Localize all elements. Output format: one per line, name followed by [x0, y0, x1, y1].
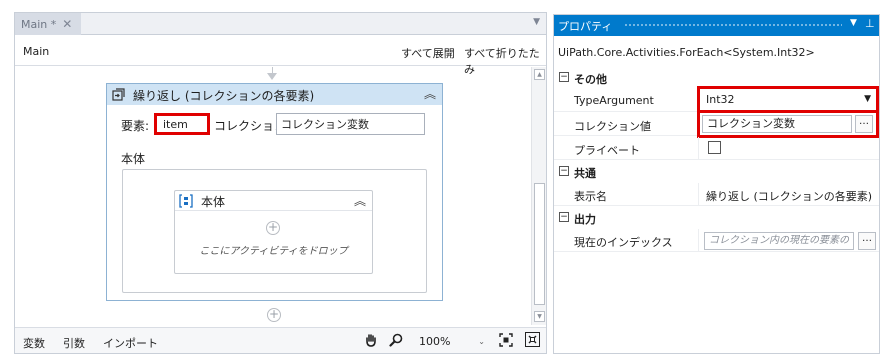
overview-icon[interactable] — [525, 332, 540, 347]
body-label: 本体 — [121, 152, 146, 166]
property-name: 現在のインデックス — [574, 236, 673, 249]
tab-main[interactable]: Main * ✕ — [15, 13, 81, 35]
typeargument-value: Int32 — [706, 93, 735, 106]
collection-value-input[interactable]: コレクション変数 — [702, 115, 852, 133]
ellipsis-button[interactable]: … — [855, 115, 873, 133]
scroll-up-icon[interactable]: ▲ — [534, 69, 545, 80]
foreach-header[interactable]: 繰り返し (コレクションの各要素) ︽ — [107, 84, 442, 105]
column-divider — [698, 183, 699, 206]
element-label: 要素: — [121, 119, 150, 133]
drag-grip[interactable] — [624, 23, 842, 28]
chevron-down-icon: ⌄ — [478, 336, 485, 346]
collapse-icon[interactable]: ︽ — [354, 192, 366, 209]
drop-hint: ここにアクティビティをドロップ — [199, 246, 348, 257]
scroll-down-icon[interactable]: ▼ — [534, 311, 545, 322]
designer-statusbar: 変数 引数 インポート 100% ⌄ — [15, 327, 546, 353]
tab-label: Main * — [21, 17, 57, 31]
chevron-down-icon[interactable]: ▼ — [533, 17, 540, 27]
selected-type: UiPath.Core.Activities.ForEach<System.In… — [558, 46, 815, 59]
expand-all-link[interactable]: すべて展開 — [401, 45, 455, 61]
collapse-toggle-icon[interactable]: − — [559, 72, 569, 82]
activity-title: 繰り返し (コレクションの各要素) — [133, 89, 315, 103]
ellipsis-button[interactable]: … — [858, 232, 876, 250]
collapse-icon[interactable]: ︽ — [424, 85, 436, 102]
designer-canvas: 繰り返し (コレクションの各要素) ︽ 要素: item コレクション: コレク… — [15, 67, 529, 325]
body-container: 本体 ︽ + ここにアクティビティをドロップ — [122, 169, 427, 293]
property-row-typeargument[interactable]: TypeArgument Int32 ▼ — [554, 86, 879, 114]
property-name: プライベート — [574, 144, 640, 157]
column-divider — [698, 137, 699, 160]
current-index-input[interactable]: コレクション内の現在の要素の — [704, 232, 854, 250]
chevron-down-icon[interactable]: ▼ — [850, 18, 857, 28]
scrollbar-thumb[interactable] — [534, 183, 545, 305]
add-activity-icon[interactable]: + — [266, 221, 280, 235]
collection-value-field[interactable]: コレクション変数 … — [697, 110, 879, 138]
sequence-activity[interactable]: 本体 ︽ + ここにアクティビティをドロップ — [174, 190, 373, 274]
arguments-tab[interactable]: 引数 — [63, 335, 85, 351]
property-row-current-index[interactable]: 現在のインデックス コレクション内の現在の要素の … — [554, 229, 879, 252]
hand-pan-icon[interactable] — [364, 333, 378, 347]
breadcrumb-bar: Main すべて展開 すべて折りたたみ — [15, 36, 546, 76]
properties-titlebar: プロパティ ▼ ⊥ — [554, 15, 879, 36]
property-name: 表示名 — [574, 190, 607, 203]
panel-title: プロパティ — [558, 20, 613, 33]
sequence-header[interactable]: 本体 ︽ — [175, 191, 372, 211]
category-output[interactable]: − 出力 — [554, 207, 879, 229]
zoom-select[interactable]: 100% ⌄ — [415, 332, 491, 350]
collapse-toggle-icon[interactable]: − — [559, 212, 569, 222]
category-label: 共通 — [574, 167, 596, 180]
element-input[interactable]: item — [154, 113, 210, 135]
breadcrumb[interactable]: Main — [23, 45, 49, 58]
collection-input[interactable]: コレクション変数 — [276, 113, 425, 135]
property-name: コレクション値 — [574, 120, 651, 133]
private-checkbox[interactable] — [708, 141, 721, 154]
category-common[interactable]: − 共通 — [554, 161, 879, 183]
fit-to-screen-icon[interactable] — [499, 333, 513, 347]
document-tabstrip: Main * ✕ ▼ — [15, 13, 546, 35]
property-name: TypeArgument — [574, 94, 654, 107]
pin-icon[interactable]: ⊥ — [865, 17, 875, 30]
property-row-collection[interactable]: コレクション値 コレクション変数 … — [554, 110, 879, 138]
add-activity-icon[interactable]: + — [267, 308, 281, 322]
zoom-icon[interactable] — [389, 333, 403, 347]
sequence-title: 本体 — [201, 195, 226, 209]
property-row-displayname[interactable]: 表示名 繰り返し (コレクションの各要素) — [554, 183, 879, 206]
property-row-private[interactable]: プライベート — [554, 137, 879, 160]
zoom-value: 100% — [419, 334, 451, 348]
sequence-icon — [179, 194, 193, 208]
foreach-activity[interactable]: 繰り返し (コレクションの各要素) ︽ 要素: item コレクション: コレク… — [106, 83, 443, 301]
category-label: その他 — [574, 73, 607, 86]
column-divider — [698, 229, 699, 252]
properties-panel: プロパティ ▼ ⊥ UiPath.Core.Activities.ForEach… — [553, 14, 880, 354]
displayname-value[interactable]: 繰り返し (コレクションの各要素) — [706, 188, 872, 204]
vertical-scrollbar[interactable]: ▲ ▼ — [531, 67, 546, 325]
category-label: 出力 — [574, 213, 596, 226]
workflow-designer: Main * ✕ ▼ Main すべて展開 すべて折りたたみ 繰り返し (コレク… — [14, 12, 547, 354]
chevron-down-icon[interactable]: ▼ — [864, 94, 871, 104]
collapse-toggle-icon[interactable]: − — [559, 166, 569, 176]
variables-tab[interactable]: 変数 — [23, 335, 45, 351]
arrow-down-icon — [267, 73, 277, 80]
close-icon[interactable]: ✕ — [62, 17, 72, 31]
imports-tab[interactable]: インポート — [103, 335, 158, 351]
loop-icon — [112, 88, 125, 101]
